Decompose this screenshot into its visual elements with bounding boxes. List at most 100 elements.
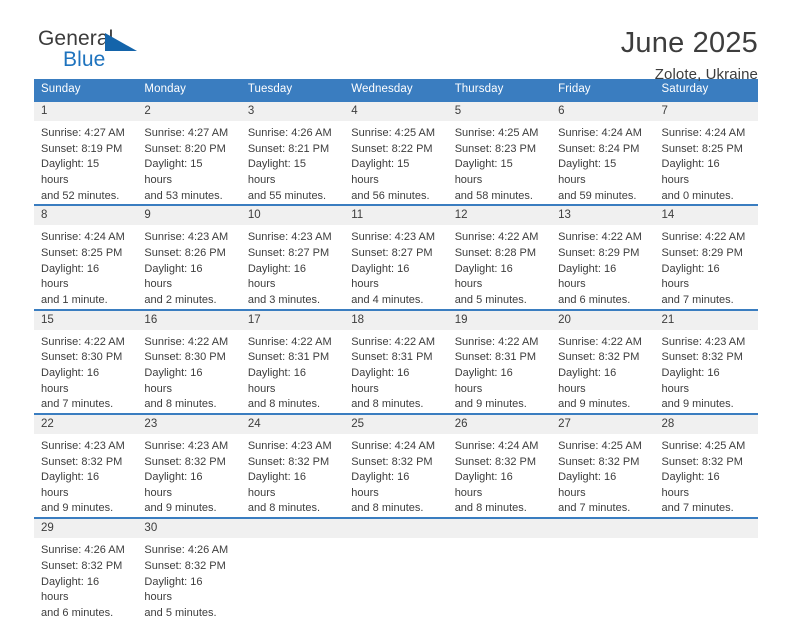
- day-number: 12: [447, 206, 552, 226]
- calendar-day-cell[interactable]: 29 Sunrise: 4:26 AM Sunset: 8:32 PM Dayl…: [34, 517, 138, 621]
- calendar-day-cell[interactable]: 21 Sunrise: 4:23 AM Sunset: 8:32 PM Dayl…: [654, 308, 758, 414]
- daylight-text-line2: and 8 minutes.: [351, 398, 424, 411]
- day-number: 3: [240, 102, 345, 122]
- calendar-day-cell[interactable]: 10 Sunrise: 4:23 AM Sunset: 8:27 PM Dayl…: [240, 204, 345, 310]
- calendar-day-cell-empty: [447, 517, 552, 621]
- calendar-day-cell[interactable]: 17 Sunrise: 4:22 AM Sunset: 8:31 PM Dayl…: [240, 308, 345, 414]
- sunrise-text: Sunrise: 4:22 AM: [558, 335, 642, 348]
- sunset-text: Sunset: 8:29 PM: [558, 247, 640, 260]
- day-number: 25: [344, 414, 448, 435]
- title-block: June 2025 Zolote, Ukraine: [621, 27, 758, 83]
- calendar-day-cell[interactable]: 8 Sunrise: 4:24 AM Sunset: 8:25 PM Dayli…: [34, 204, 138, 310]
- calendar-day-cell[interactable]: 13 Sunrise: 4:22 AM Sunset: 8:29 PM Dayl…: [551, 204, 655, 310]
- daylight-text-line2: and 9 minutes.: [41, 502, 114, 515]
- daylight-text-line2: and 7 minutes.: [558, 502, 631, 515]
- calendar-day-cell[interactable]: 24 Sunrise: 4:23 AM Sunset: 8:32 PM Dayl…: [240, 412, 345, 519]
- daylight-text-line2: and 53 minutes.: [144, 189, 223, 202]
- calendar-day-cell[interactable]: 11 Sunrise: 4:23 AM Sunset: 8:27 PM Dayl…: [344, 204, 448, 310]
- sunset-text: Sunset: 8:32 PM: [558, 455, 640, 468]
- calendar-day-cell[interactable]: 3 Sunrise: 4:26 AM Sunset: 8:21 PM Dayli…: [240, 99, 345, 206]
- calendar-day-cell[interactable]: 16 Sunrise: 4:22 AM Sunset: 8:30 PM Dayl…: [137, 308, 241, 414]
- daylight-text-line1: Daylight: 16 hours: [144, 575, 203, 604]
- calendar-day-cell[interactable]: 28 Sunrise: 4:25 AM Sunset: 8:32 PM Dayl…: [654, 412, 758, 519]
- daylight-text-line1: Daylight: 16 hours: [144, 471, 203, 499]
- day-details: Sunrise: 4:22 AM Sunset: 8:30 PM Dayligh…: [34, 330, 137, 413]
- calendar-day-cell[interactable]: 23 Sunrise: 4:23 AM Sunset: 8:32 PM Dayl…: [137, 412, 241, 519]
- daylight-text-line2: and 7 minutes.: [41, 398, 114, 411]
- day-number: 29: [34, 519, 138, 539]
- sunrise-text: Sunrise: 4:22 AM: [661, 231, 746, 244]
- sunset-text: Sunset: 8:27 PM: [351, 247, 433, 260]
- day-number: 30: [137, 519, 241, 539]
- daylight-text-line1: Daylight: 15 hours: [41, 158, 100, 187]
- daylight-text-line2: and 3 minutes.: [247, 293, 320, 306]
- brand-name-blue: Blue: [63, 48, 106, 71]
- calendar-day-cell[interactable]: 15 Sunrise: 4:22 AM Sunset: 8:30 PM Dayl…: [34, 308, 138, 414]
- day-number: 16: [137, 310, 241, 330]
- sunset-text: Sunset: 8:31 PM: [351, 351, 433, 364]
- weekday-header-monday: Monday: [137, 79, 241, 101]
- page-header: General Blue June 2025 Zolote, Ukraine: [34, 0, 758, 83]
- daylight-text-line1: Daylight: 16 hours: [41, 575, 100, 604]
- sunset-text: Sunset: 8:27 PM: [247, 247, 330, 260]
- calendar-day-cell[interactable]: 1 Sunrise: 4:27 AM Sunset: 8:19 PM Dayli…: [34, 99, 138, 206]
- day-details: Sunrise: 4:27 AM Sunset: 8:19 PM Dayligh…: [34, 121, 137, 204]
- sunset-text: Sunset: 8:28 PM: [454, 247, 537, 260]
- daylight-text-line2: and 8 minutes.: [247, 398, 320, 411]
- calendar-day-cell[interactable]: 5 Sunrise: 4:25 AM Sunset: 8:23 PM Dayli…: [447, 99, 552, 206]
- sunrise-text: Sunrise: 4:22 AM: [351, 335, 436, 348]
- day-number: 20: [551, 310, 655, 330]
- calendar-day-cell[interactable]: 22 Sunrise: 4:23 AM Sunset: 8:32 PM Dayl…: [34, 412, 138, 519]
- day-details: Sunrise: 4:24 AM Sunset: 8:32 PM Dayligh…: [344, 434, 447, 517]
- calendar-day-cell[interactable]: 30 Sunrise: 4:26 AM Sunset: 8:32 PM Dayl…: [137, 517, 241, 621]
- calendar-day-cell[interactable]: 27 Sunrise: 4:25 AM Sunset: 8:32 PM Dayl…: [551, 412, 655, 519]
- daylight-text-line1: Daylight: 16 hours: [661, 471, 720, 499]
- calendar-day-cell[interactable]: 25 Sunrise: 4:24 AM Sunset: 8:32 PM Dayl…: [344, 412, 448, 519]
- sunset-text: Sunset: 8:30 PM: [144, 351, 226, 364]
- day-details: Sunrise: 4:22 AM Sunset: 8:31 PM Dayligh…: [241, 330, 344, 413]
- daylight-text-line2: and 59 minutes.: [558, 189, 637, 202]
- sunset-text: Sunset: 8:30 PM: [41, 351, 123, 364]
- calendar-day-cell[interactable]: 19 Sunrise: 4:22 AM Sunset: 8:31 PM Dayl…: [447, 308, 552, 414]
- day-number: 10: [240, 206, 345, 226]
- calendar-day-cell[interactable]: 7 Sunrise: 4:24 AM Sunset: 8:25 PM Dayli…: [654, 99, 758, 206]
- sunrise-text: Sunrise: 4:23 AM: [247, 440, 332, 453]
- calendar-page: General Blue June 2025 Zolote, Ukraine S…: [0, 0, 792, 621]
- calendar-day-cell[interactable]: 20 Sunrise: 4:22 AM Sunset: 8:32 PM Dayl…: [551, 308, 655, 414]
- calendar-day-cell[interactable]: 14 Sunrise: 4:22 AM Sunset: 8:29 PM Dayl…: [654, 204, 758, 310]
- daylight-text-line1: Daylight: 16 hours: [144, 262, 203, 291]
- daylight-text-line1: Daylight: 15 hours: [454, 158, 513, 187]
- calendar-day-cell[interactable]: 12 Sunrise: 4:22 AM Sunset: 8:28 PM Dayl…: [447, 204, 552, 310]
- calendar-week-row: 1 Sunrise: 4:27 AM Sunset: 8:19 PM Dayli…: [34, 99, 758, 206]
- sunset-text: Sunset: 8:32 PM: [41, 559, 123, 572]
- sunset-text: Sunset: 8:22 PM: [351, 142, 433, 155]
- day-details: Sunrise: 4:22 AM Sunset: 8:29 PM Dayligh…: [551, 225, 654, 308]
- calendar-day-cell-empty: [654, 517, 758, 621]
- calendar-day-cell[interactable]: 18 Sunrise: 4:22 AM Sunset: 8:31 PM Dayl…: [344, 308, 448, 414]
- sunrise-text: Sunrise: 4:26 AM: [41, 544, 125, 557]
- day-number: 26: [447, 414, 552, 435]
- day-number: 23: [137, 414, 241, 435]
- daylight-text-line2: and 2 minutes.: [144, 293, 217, 306]
- calendar-week-row: 22 Sunrise: 4:23 AM Sunset: 8:32 PM Dayl…: [34, 412, 758, 519]
- day-details: Sunrise: 4:26 AM Sunset: 8:32 PM Dayligh…: [137, 538, 240, 621]
- calendar-day-cell[interactable]: 6 Sunrise: 4:24 AM Sunset: 8:24 PM Dayli…: [551, 99, 655, 206]
- calendar-day-cell[interactable]: 2 Sunrise: 4:27 AM Sunset: 8:20 PM Dayli…: [137, 99, 241, 206]
- day-details: Sunrise: 4:22 AM Sunset: 8:29 PM Dayligh…: [655, 225, 758, 308]
- sunrise-text: Sunrise: 4:22 AM: [454, 335, 539, 348]
- day-number: 17: [240, 310, 345, 330]
- daylight-text-line1: Daylight: 16 hours: [454, 262, 513, 291]
- daylight-text-line2: and 9 minutes.: [454, 398, 527, 411]
- day-number: 27: [551, 414, 655, 435]
- sunrise-text: Sunrise: 4:24 AM: [454, 440, 539, 453]
- sunset-text: Sunset: 8:19 PM: [41, 142, 123, 155]
- day-number: 7: [654, 102, 758, 122]
- day-details: Sunrise: 4:25 AM Sunset: 8:32 PM Dayligh…: [655, 434, 758, 517]
- brand-logo[interactable]: General Blue: [34, 28, 164, 80]
- day-details: Sunrise: 4:22 AM Sunset: 8:31 PM Dayligh…: [448, 330, 551, 413]
- calendar-day-cell[interactable]: 26 Sunrise: 4:24 AM Sunset: 8:32 PM Dayl…: [447, 412, 552, 519]
- calendar-day-cell[interactable]: 9 Sunrise: 4:23 AM Sunset: 8:26 PM Dayli…: [137, 204, 241, 310]
- calendar-day-cell[interactable]: 4 Sunrise: 4:25 AM Sunset: 8:22 PM Dayli…: [344, 99, 448, 206]
- sunset-text: Sunset: 8:32 PM: [454, 455, 537, 468]
- sunrise-text: Sunrise: 4:27 AM: [41, 127, 125, 140]
